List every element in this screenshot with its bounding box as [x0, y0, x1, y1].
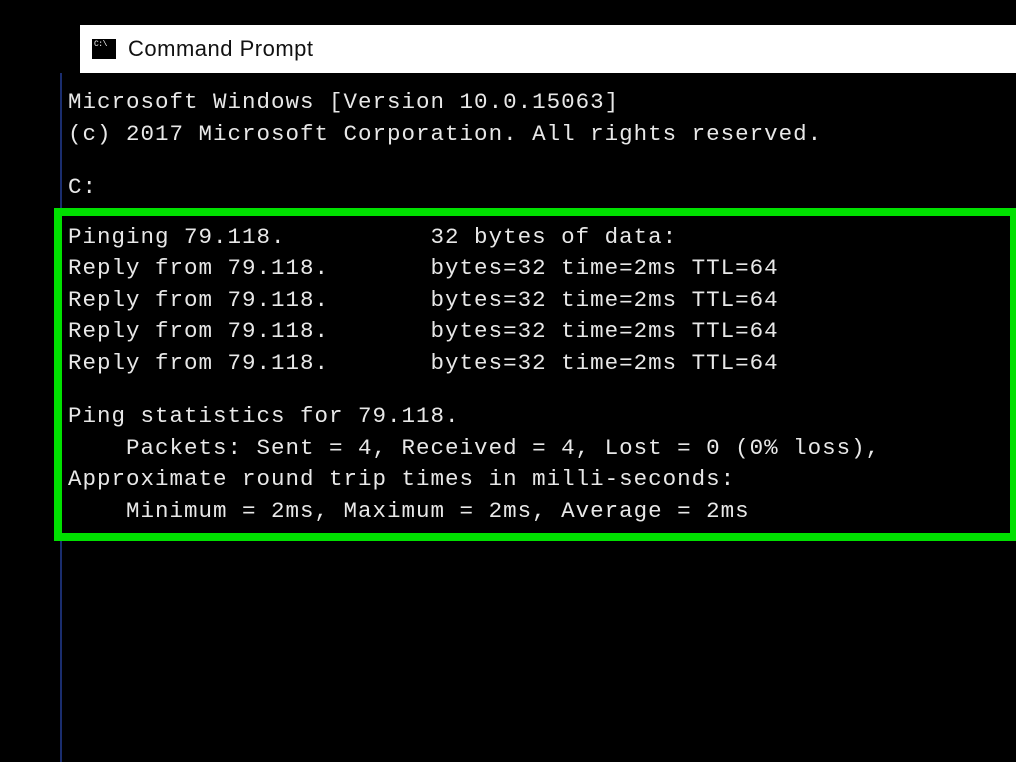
prompt-line: C:: [68, 172, 1012, 204]
version-line: Microsoft Windows [Version 10.0.15063]: [68, 87, 1012, 119]
window-title: Command Prompt: [128, 36, 314, 62]
blank-line: [68, 379, 1008, 401]
blank-line: [68, 150, 1012, 172]
window-titlebar[interactable]: Command Prompt: [80, 25, 1016, 73]
reply-line: Reply from 79.118. bytes=32 time=2ms TTL…: [68, 316, 1008, 348]
rtt-line: Minimum = 2ms, Maximum = 2ms, Average = …: [68, 496, 1008, 528]
stats-header-line: Ping statistics for 79.118.: [68, 401, 1008, 433]
pinging-line: Pinging 79.118. 32 bytes of data:: [68, 222, 1008, 254]
reply-line: Reply from 79.118. bytes=32 time=2ms TTL…: [68, 253, 1008, 285]
reply-line: Reply from 79.118. bytes=32 time=2ms TTL…: [68, 348, 1008, 380]
terminal-area[interactable]: Microsoft Windows [Version 10.0.15063] (…: [60, 73, 1016, 762]
reply-line: Reply from 79.118. bytes=32 time=2ms TTL…: [68, 285, 1008, 317]
rtt-header-line: Approximate round trip times in milli-se…: [68, 464, 1008, 496]
packets-line: Packets: Sent = 4, Received = 4, Lost = …: [68, 433, 1008, 465]
copyright-line: (c) 2017 Microsoft Corporation. All righ…: [68, 119, 1012, 151]
cmd-icon: [92, 39, 116, 59]
screen: Command Prompt Microsoft Windows [Versio…: [0, 0, 1016, 762]
ping-output-highlight: Pinging 79.118. 32 bytes of data: Reply …: [54, 208, 1016, 542]
